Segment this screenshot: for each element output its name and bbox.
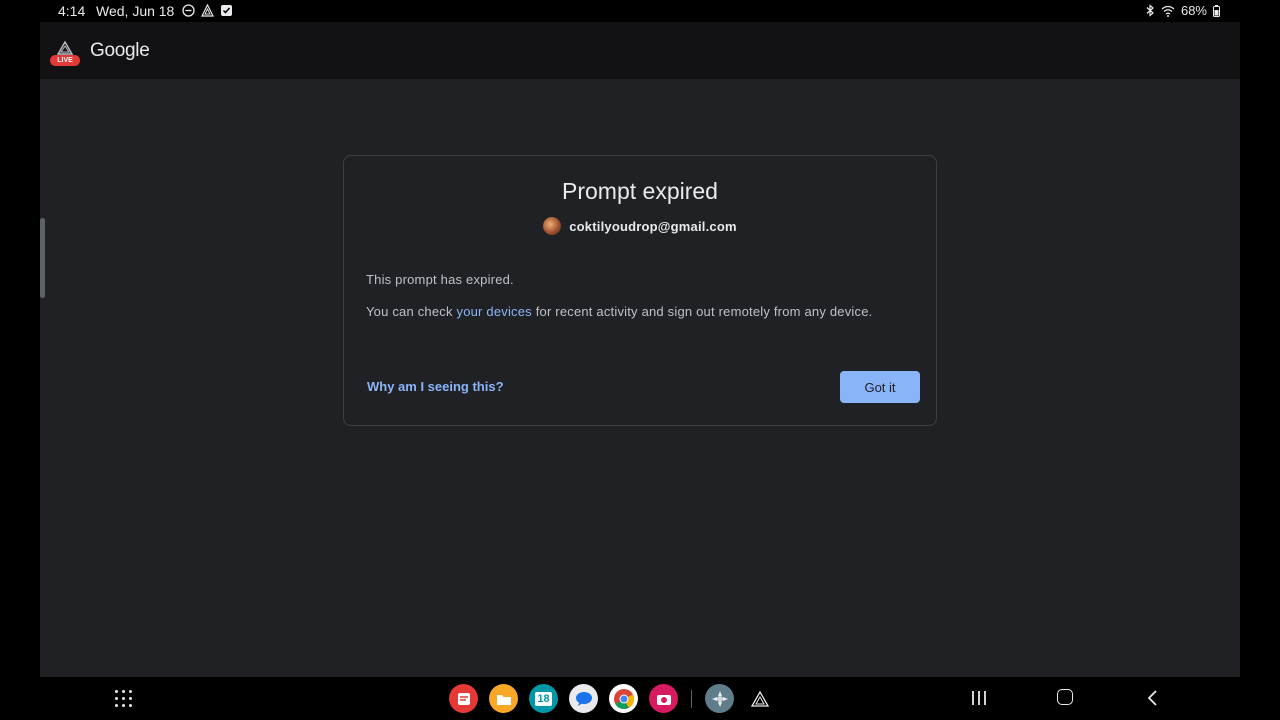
why-seeing-this-link[interactable]: Why am I seeing this?: [367, 379, 504, 394]
calendar-day: 18: [535, 691, 552, 706]
status-system-icons: 68%: [1145, 3, 1220, 18]
your-devices-link[interactable]: your devices: [457, 304, 532, 319]
battery-icon: [1213, 4, 1220, 17]
devices-message-suffix: for recent activity and sign out remotel…: [531, 304, 873, 319]
dock-divider: [691, 689, 692, 708]
avatar: [543, 217, 562, 235]
app-drawer-icon[interactable]: [115, 690, 133, 708]
main-content: Prompt expired coktilyoudrop@gmail.com T…: [40, 79, 1240, 677]
app-title: Google: [90, 40, 150, 61]
edge-panel-handle[interactable]: [40, 218, 45, 298]
checkbox-notification-icon: [221, 5, 232, 16]
account-chip: coktilyoudrop@gmail.com: [344, 217, 936, 235]
files-app-icon[interactable]: [489, 684, 518, 713]
taskbar-dock: 18: [449, 684, 774, 713]
prompt-expired-dialog: Prompt expired coktilyoudrop@gmail.com T…: [343, 155, 937, 426]
camera-app-icon[interactable]: [649, 684, 678, 713]
do-not-disturb-icon: [182, 4, 195, 17]
devices-message-prefix: You can check: [366, 304, 457, 319]
game-app-icon[interactable]: [705, 684, 734, 713]
bluetooth-icon: [1146, 4, 1154, 17]
wifi-icon: [1161, 5, 1175, 17]
status-notification-icons: [182, 4, 233, 17]
devices-message: You can check your devices for recent ac…: [366, 304, 872, 319]
account-email: coktilyoudrop@gmail.com: [569, 218, 737, 234]
app-notification-icon: [201, 4, 214, 17]
status-date: Wed, Jun 18: [96, 3, 175, 19]
triangle-app-icon[interactable]: [745, 684, 774, 713]
dialog-title: Prompt expired: [562, 178, 718, 204]
calendar-app-icon[interactable]: 18: [529, 684, 558, 713]
got-it-button[interactable]: Got it: [840, 371, 920, 403]
back-button-icon[interactable]: [1144, 688, 1162, 708]
live-badge: LIVE: [50, 55, 80, 66]
status-bar: 4:14 Wed, Jun 18 68%: [0, 0, 1280, 22]
battery-percent: 68%: [1180, 3, 1207, 18]
navigation-bar: 18: [0, 677, 1280, 720]
app-header: LIVE Google: [40, 22, 1240, 79]
home-button-icon[interactable]: [1057, 689, 1073, 705]
status-time: 4:14: [58, 3, 86, 19]
notes-app-icon[interactable]: [449, 684, 478, 713]
chrome-app-icon[interactable]: [609, 684, 638, 713]
expired-message: This prompt has expired.: [366, 272, 514, 287]
messages-app-icon[interactable]: [569, 684, 598, 713]
recents-button-icon[interactable]: [970, 689, 988, 707]
